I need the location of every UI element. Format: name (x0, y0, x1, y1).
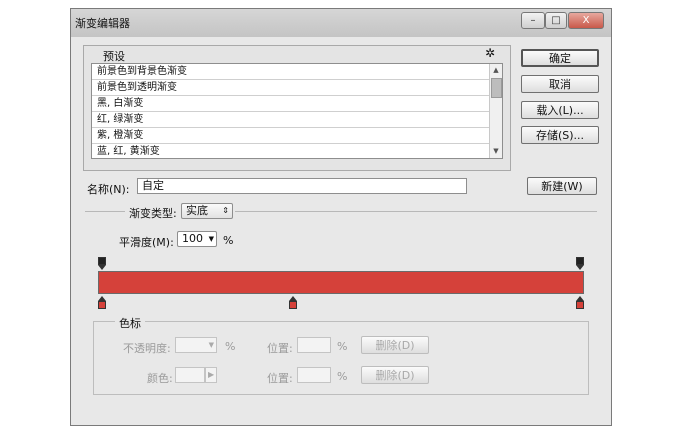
smoothness-label: 平滑度(M): (119, 236, 174, 249)
color-stop[interactable] (576, 296, 584, 309)
delete-color-stop-button[interactable]: 删除(D) (361, 366, 429, 384)
cancel-button[interactable]: 取消 (521, 75, 599, 93)
opacity-position-label: 位置: (267, 342, 293, 355)
color-label: 颜色: (147, 372, 173, 385)
name-input[interactable]: 自定 (137, 178, 467, 194)
opacity-unit: % (225, 340, 236, 353)
new-button[interactable]: 新建(W) (527, 177, 597, 195)
name-label: 名称(N): (87, 183, 130, 196)
title-bar[interactable]: 渐变编辑器 – □ X (71, 9, 611, 37)
maximize-button[interactable]: □ (545, 12, 567, 29)
opacity-field: ▼ (175, 337, 217, 353)
close-button[interactable]: X (568, 12, 604, 29)
presets-list: 前景色到背景色渐变 前景色到透明渐变 黑, 白渐变 红, 绿渐变 紫, 橙渐变 … (91, 63, 503, 159)
smoothness-value: 100 (182, 232, 203, 245)
gradient-type-value: 实底 (186, 204, 208, 217)
list-item[interactable]: 蓝, 红, 黄渐变 (92, 144, 502, 158)
gradient-type-select[interactable]: 实底 ⇕ (181, 203, 233, 219)
scroll-down-icon[interactable]: ▼ (491, 146, 501, 156)
updown-icon: ⇕ (222, 206, 229, 215)
list-item[interactable]: 红, 绿渐变 (92, 112, 502, 128)
chevron-down-icon[interactable]: ▼ (209, 232, 214, 246)
opacity-stop[interactable] (576, 257, 584, 270)
gradient-bar[interactable] (98, 271, 584, 294)
color-arrow: ▶ (205, 367, 217, 383)
opacity-position-unit: % (337, 340, 348, 353)
color-position-label: 位置: (267, 372, 293, 385)
save-button[interactable]: 存储(S)... (521, 126, 599, 144)
close-icon: X (582, 15, 590, 26)
opacity-stop[interactable] (98, 257, 106, 270)
presets-scrollbar[interactable]: ▲ ▼ (489, 64, 502, 158)
window-title: 渐变编辑器 (75, 17, 130, 30)
gradient-type-label: 渐变类型: (129, 207, 177, 220)
smoothness-field[interactable]: 100 ▼ (177, 231, 217, 247)
list-item[interactable]: 黑, 白渐变 (92, 96, 502, 112)
scroll-up-icon[interactable]: ▲ (491, 65, 501, 75)
opacity-label: 不透明度: (123, 342, 171, 355)
divider (85, 211, 125, 212)
scroll-thumb[interactable] (491, 78, 502, 98)
stops-group-label: 色标 (115, 315, 145, 331)
color-stop[interactable] (289, 296, 298, 309)
minimize-icon: – (530, 15, 536, 26)
minimize-button[interactable]: – (521, 12, 545, 29)
gear-icon[interactable]: ✲ (485, 46, 495, 60)
color-position-unit: % (337, 370, 348, 383)
color-position-field (297, 367, 331, 383)
chevron-right-icon: ▶ (208, 370, 215, 379)
opacity-position-field (297, 337, 331, 353)
list-item[interactable]: 紫, 橙渐变 (92, 128, 502, 144)
smoothness-unit: % (223, 234, 234, 247)
color-stop[interactable] (98, 296, 106, 309)
list-item[interactable]: 前景色到背景色渐变 (92, 64, 502, 80)
gradient-editor-window: 渐变编辑器 – □ X 预设 ✲ 前景色到背景色渐变 前景色到透明渐变 黑, 白… (70, 8, 612, 426)
maximize-icon: □ (551, 15, 561, 26)
list-item[interactable]: 前景色到透明渐变 (92, 80, 502, 96)
divider (235, 211, 597, 212)
ok-button[interactable]: 确定 (521, 49, 599, 67)
color-swatch (175, 367, 205, 383)
load-button[interactable]: 载入(L)... (521, 101, 599, 119)
delete-opacity-stop-button[interactable]: 删除(D) (361, 336, 429, 354)
chevron-down-icon: ▼ (208, 341, 214, 349)
presets-label: 预设 (103, 50, 125, 63)
